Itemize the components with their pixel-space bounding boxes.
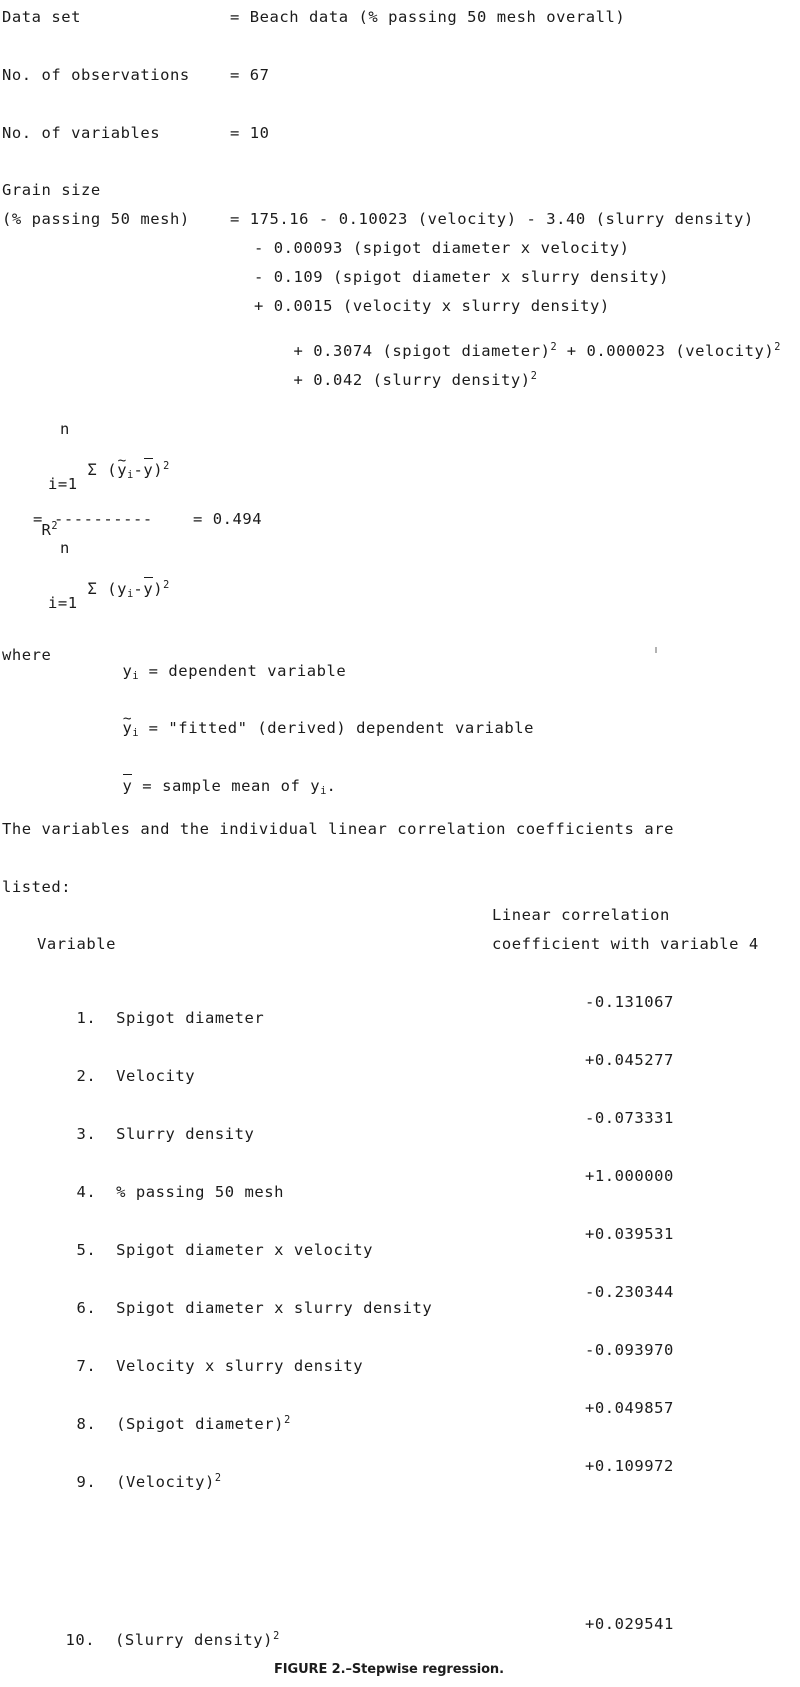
variables-value: = 10 <box>230 124 270 142</box>
equation-lhs-line1: Grain size <box>2 181 101 199</box>
row-label: Velocity <box>116 1066 196 1085</box>
rsq-denominator-limit-top: n <box>60 539 70 557</box>
definition-text: = "fitted" (derived) dependent variable <box>138 718 535 737</box>
equation-rhs-line1: = 175.16 - 0.10023 (velocity) - 3.40 (sl… <box>230 210 754 228</box>
paragraph-line-2: listed: <box>2 878 72 896</box>
y-tilde-symbol: y <box>117 454 127 479</box>
y-bar-symbol: y <box>122 773 133 795</box>
equation-rhs-line5-part-b: + 0.000023 (velocity) <box>556 341 775 360</box>
definition-text: = sample mean of y <box>132 776 321 795</box>
row-label: (Slurry density) <box>114 1630 274 1649</box>
equation-exponent: 2 <box>530 370 538 382</box>
row-exponent: 2 <box>284 1414 291 1426</box>
fraction-bar: ---------- <box>54 510 153 528</box>
paren-close: ) <box>153 579 164 598</box>
row-coefficient: +0.049857 <box>585 1399 674 1417</box>
rsq-equals-sign: = <box>33 510 43 528</box>
table-row: 7. Velocity x slurry density <box>37 1343 363 1390</box>
row-number: 1. <box>76 1008 97 1027</box>
equation-rhs-line2: - 0.00093 (spigot diameter x velocity) <box>254 239 630 257</box>
rsq-denominator-limit-bottom: i=1 <box>48 594 78 612</box>
rsq-letter: R <box>41 520 52 539</box>
table-row: 9. (Velocity)2 <box>37 1459 222 1506</box>
observations-label: No. of observations <box>2 66 190 84</box>
row-label: Slurry density <box>116 1124 255 1143</box>
row-coefficient: +0.109972 <box>585 1457 674 1475</box>
y-bar-symbol: y <box>143 576 154 598</box>
row-coefficient: +0.029541 <box>585 1615 674 1633</box>
where-definition-3: y = sample mean of yi. <box>83 763 336 810</box>
row-number: 4. <box>76 1182 97 1201</box>
row-coefficient: -0.093970 <box>585 1341 674 1359</box>
rsq-result: = 0.494 <box>193 510 263 528</box>
definition-text: = dependent variable <box>138 661 347 680</box>
row-coefficient: -0.230344 <box>585 1283 674 1301</box>
sigma-icon: Σ ( <box>87 460 118 479</box>
table-row: 2. Velocity <box>37 1053 195 1100</box>
row-number: 9. <box>76 1472 97 1491</box>
row-number: 10. <box>65 1630 96 1649</box>
row-coefficient: +0.045277 <box>585 1051 674 1069</box>
dataset-label: Data set <box>2 8 82 26</box>
row-label: Spigot diameter x slurry density <box>116 1298 433 1317</box>
row-label: % passing 50 mesh <box>116 1182 285 1201</box>
y-symbol: y <box>122 661 133 680</box>
table-col2-header-line1: Linear correlation <box>492 906 670 924</box>
row-number: 7. <box>76 1356 97 1375</box>
sigma-icon: Σ (y <box>87 579 128 598</box>
observations-value: = 67 <box>230 66 270 84</box>
rsq-symbol: R2 <box>2 507 58 554</box>
row-number: 5. <box>76 1240 97 1259</box>
exponent-2: 2 <box>163 460 170 472</box>
table-row: 4. % passing 50 mesh <box>37 1169 284 1216</box>
table-row: 6. Spigot diameter x slurry density <box>37 1285 432 1332</box>
rsq-numerator-limit-top: n <box>60 420 70 438</box>
figure-caption: FIGURE 2.–Stepwise regression. <box>274 1662 504 1677</box>
y-tilde-symbol: y <box>123 712 133 737</box>
row-number: 2. <box>76 1066 97 1085</box>
where-label: where <box>2 646 52 664</box>
table-row: 3. Slurry density <box>37 1111 254 1158</box>
row-number: 6. <box>76 1298 97 1317</box>
dataset-value: = Beach data (% passing 50 mesh overall) <box>230 8 626 26</box>
equation-rhs-line3: - 0.109 (spigot diameter x slurry densit… <box>254 268 670 286</box>
y-bar-symbol: y <box>143 457 154 479</box>
paragraph-line-1: The variables and the individual linear … <box>2 820 674 838</box>
paren-close: ) <box>153 460 164 479</box>
row-label: Spigot diameter x velocity <box>116 1240 373 1259</box>
table-col1-header: Variable <box>37 935 117 953</box>
table-row: 1. Spigot diameter <box>37 995 264 1042</box>
exponent-2: 2 <box>163 579 170 591</box>
row-coefficient: +0.039531 <box>585 1225 674 1243</box>
row-label: (Velocity) <box>116 1472 215 1491</box>
document-page: Data set = Beach data (% passing 50 mesh… <box>0 0 800 1687</box>
row-number: 8. <box>76 1414 97 1433</box>
minus-sign: - <box>133 460 144 479</box>
variables-label: No. of variables <box>2 124 161 142</box>
table-row: 10. (Slurry density)2 <box>26 1617 280 1664</box>
row-label: (Spigot diameter) <box>116 1414 285 1433</box>
row-exponent: 2 <box>214 1472 222 1484</box>
row-coefficient: -0.073331 <box>585 1109 674 1127</box>
row-number: 3. <box>76 1124 97 1143</box>
minus-sign: - <box>133 579 144 598</box>
scan-artifact-speck <box>655 647 657 653</box>
row-coefficient: -0.131067 <box>585 993 674 1011</box>
equation-rhs-line6-part-a: + 0.042 (slurry density) <box>293 370 531 389</box>
where-definition-2: yi = "fitted" (derived) dependent variab… <box>83 705 534 752</box>
row-coefficient: +1.000000 <box>585 1167 674 1185</box>
table-col2-header-line2: coefficient with variable 4 <box>492 935 759 953</box>
row-label: Velocity x slurry density <box>116 1356 364 1375</box>
table-row: 8. (Spigot diameter)2 <box>37 1401 291 1448</box>
definition-period: . <box>326 776 337 795</box>
table-row: 5. Spigot diameter x velocity <box>37 1227 373 1274</box>
row-label: Spigot diameter <box>116 1008 265 1027</box>
equation-lhs-line2: (% passing 50 mesh) <box>2 210 190 228</box>
row-exponent: 2 <box>273 1630 280 1642</box>
equation-rhs-line4: + 0.0015 (velocity x slurry density) <box>254 297 610 315</box>
where-definition-1: yi = dependent variable <box>83 648 346 695</box>
rsq-numerator-limit-bottom: i=1 <box>48 475 78 493</box>
equation-exponent: 2 <box>774 341 781 353</box>
equation-rhs-line6: + 0.042 (slurry density)2 <box>254 357 537 404</box>
